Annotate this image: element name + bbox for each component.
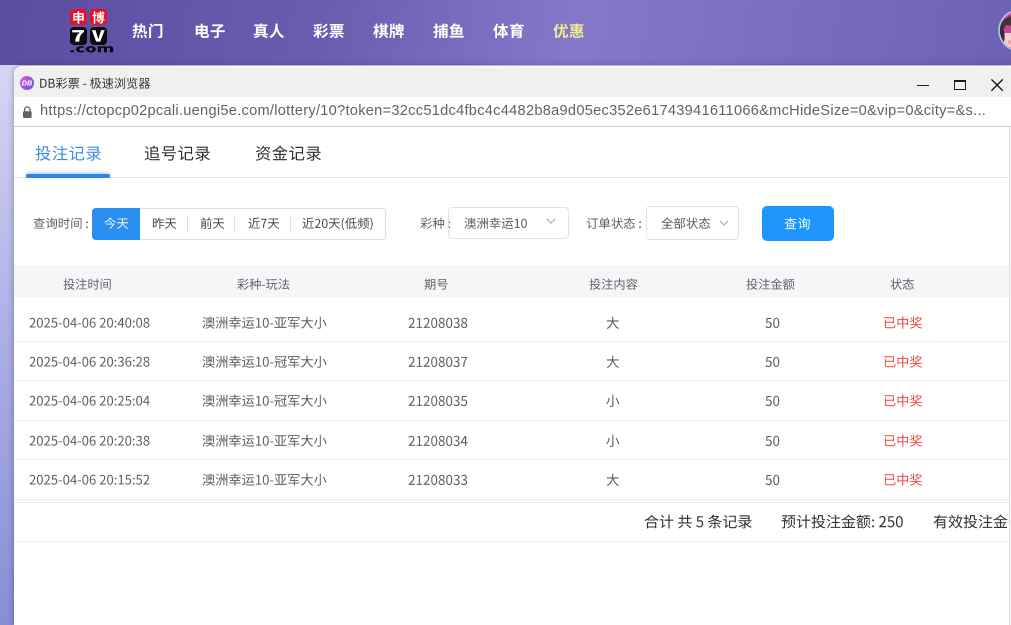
svg-text:DB: DB xyxy=(22,78,32,87)
